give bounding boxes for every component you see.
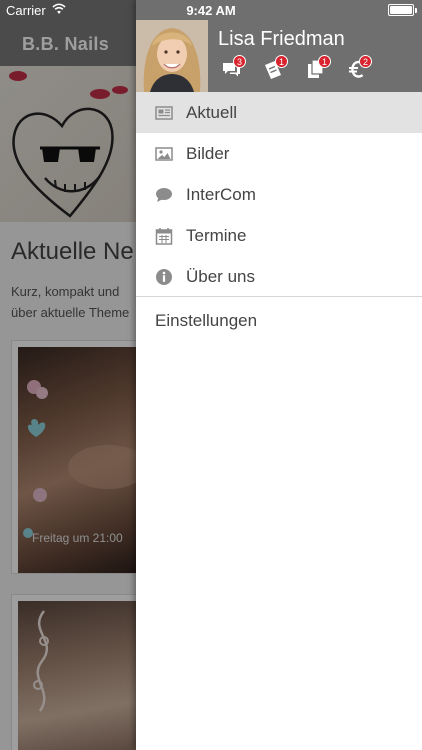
avatar[interactable]	[136, 20, 208, 92]
documents-icon[interactable]: 1	[305, 55, 332, 84]
menu-item-label: InterCom	[186, 185, 256, 204]
chat-badge: 3	[233, 55, 247, 68]
chat-icon[interactable]: 3	[220, 55, 247, 84]
settings-label: Einstellungen	[155, 311, 258, 330]
drawer-menu: Aktuell Bilder InterCom Termine Über uns	[136, 92, 422, 297]
status-bar: Carrier 9:42 AM	[0, 0, 422, 20]
menu-item-aktuell[interactable]: Aktuell	[136, 92, 422, 133]
menu-item-intercom[interactable]: InterCom	[136, 174, 422, 215]
user-name: Lisa Friedman	[218, 28, 345, 50]
newspaper-icon	[155, 104, 173, 122]
menu-item-label: Bilder	[186, 144, 230, 163]
menu-item-einstellungen[interactable]: Einstellungen	[136, 302, 422, 340]
clock: 9:42 AM	[186, 3, 236, 18]
navigation-drawer: Lisa Friedman 3 1 1 2 Aktuell Bilder Int…	[136, 0, 422, 750]
menu-divider	[136, 296, 422, 297]
euro-badge: 2	[359, 55, 373, 68]
battery-level	[390, 6, 412, 14]
coupon-badge: 1	[275, 55, 289, 68]
menu-item-ueber-uns[interactable]: Über uns	[136, 256, 422, 297]
battery-icon	[388, 4, 417, 16]
image-icon	[155, 145, 173, 163]
menu-item-label: Termine	[186, 226, 247, 245]
menu-item-termine[interactable]: Termine	[136, 215, 422, 256]
chat-bubble-icon	[155, 186, 173, 204]
menu-item-label: Aktuell	[186, 103, 238, 122]
info-icon	[155, 268, 173, 286]
euro-icon[interactable]: 2	[346, 55, 373, 84]
menu-item-bilder[interactable]: Bilder	[136, 133, 422, 174]
coupon-icon[interactable]: 1	[262, 55, 289, 84]
calendar-icon	[155, 227, 173, 245]
documents-badge: 1	[318, 55, 332, 68]
menu-item-label: Über uns	[186, 267, 255, 286]
